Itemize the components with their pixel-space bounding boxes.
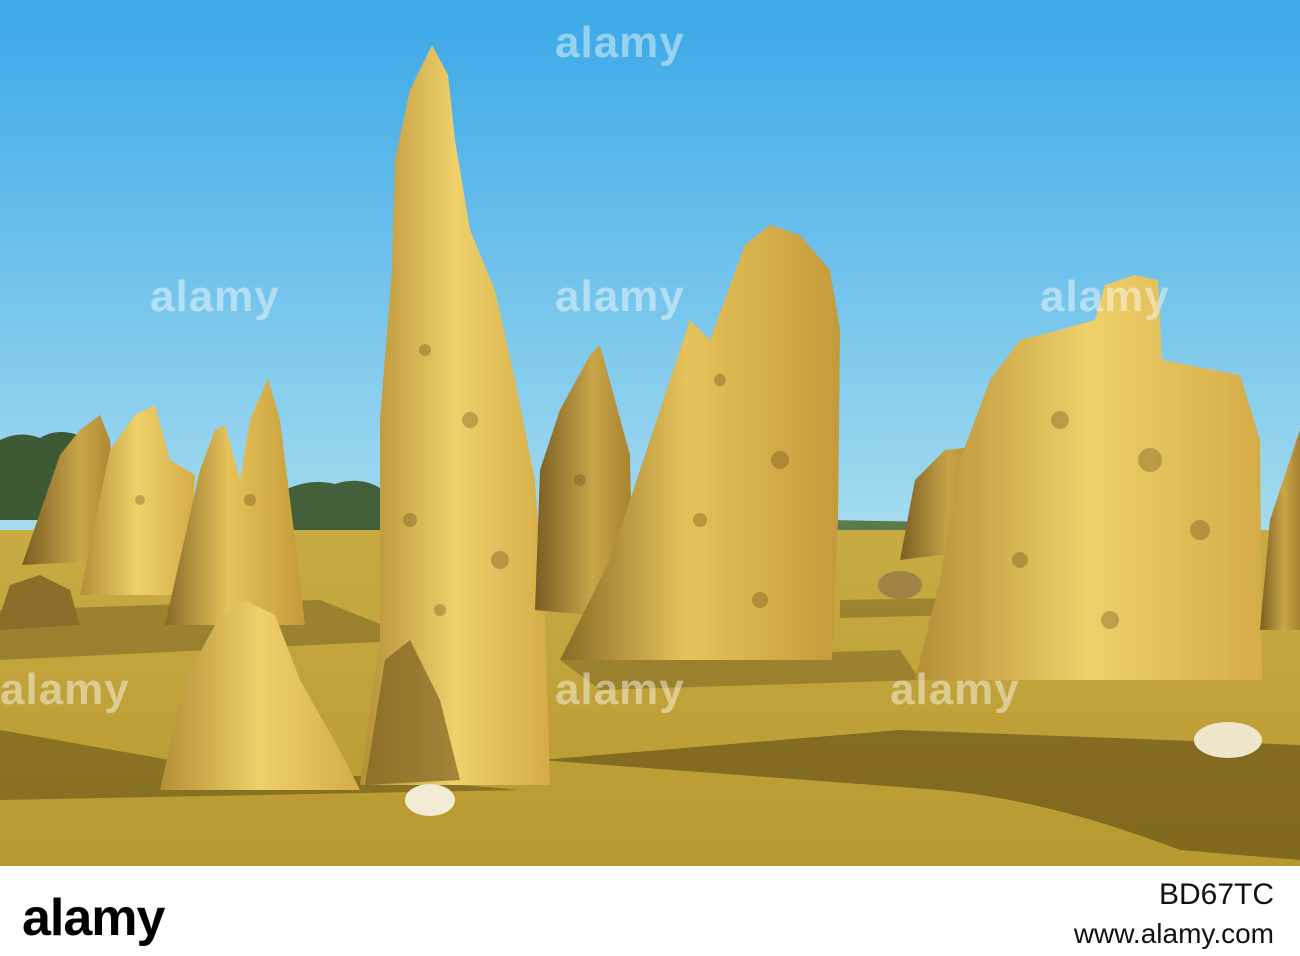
image-id-label: BD67TC	[1158, 878, 1274, 911]
footer-bar: alamy BD67TC www.alamy.com	[0, 866, 1300, 956]
pinnacles-desert-photo	[0, 0, 1300, 866]
footer-meta: BD67TC www.alamy.com	[1074, 878, 1274, 950]
small-rock-mid	[878, 571, 922, 599]
stock-photo-page: alamy alamy alamy alamy alamy alamy alam…	[0, 0, 1300, 956]
small-rock-right	[1194, 722, 1262, 758]
footer-brand-logo: alamy	[22, 889, 165, 947]
small-rock-front	[405, 784, 455, 816]
site-url-label: www.alamy.com	[1073, 918, 1274, 949]
